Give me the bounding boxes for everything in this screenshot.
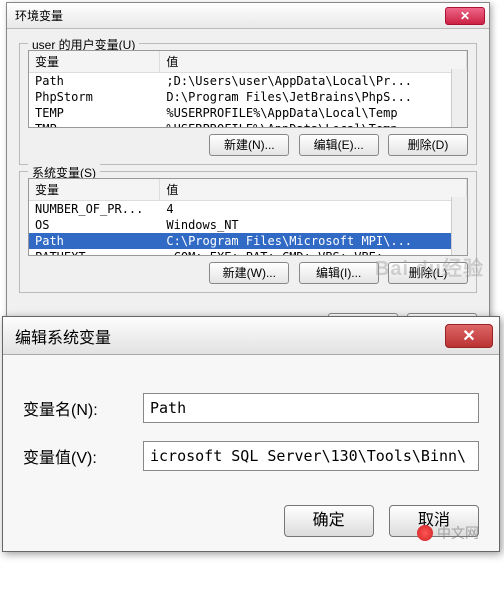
edit-button[interactable]: 编辑(E)...	[299, 134, 379, 156]
user-vars-group: user 的用户变量(U) 变量 值 Path;D:\Users\user\Ap…	[19, 43, 477, 165]
name-row: 变量名(N):	[23, 393, 479, 423]
value-row: 变量值(V):	[23, 441, 479, 471]
titlebar: 环境变量 ✕	[7, 3, 489, 29]
col-var[interactable]: 变量	[29, 51, 160, 73]
col-var[interactable]: 变量	[29, 179, 160, 201]
list-item[interactable]: TMP%USERPROFILE%\AppData\Local\Temp	[29, 121, 467, 128]
user-vars-list[interactable]: 变量 值 Path;D:\Users\user\AppData\Local\Pr…	[28, 50, 468, 128]
list-item[interactable]: OSWindows_NT	[29, 217, 467, 233]
new-button[interactable]: 新建(W)...	[209, 262, 289, 284]
col-val[interactable]: 值	[160, 179, 467, 201]
list-item[interactable]: PhpStormD:\Program Files\JetBrains\PhpS.…	[29, 89, 467, 105]
close-button[interactable]: ✕	[445, 7, 485, 25]
edit-button[interactable]: 编辑(I)...	[299, 262, 379, 284]
scrollbar[interactable]	[451, 69, 467, 127]
watermark: 中文网	[417, 523, 479, 543]
name-label: 变量名(N):	[23, 396, 143, 420]
name-input[interactable]	[143, 393, 479, 423]
sys-vars-list[interactable]: 变量 值 NUMBER_OF_PR...4 OSWindows_NT PathC…	[28, 178, 468, 256]
delete-button[interactable]: 删除(D)	[388, 134, 468, 156]
watermark: Bai du经验	[375, 252, 484, 281]
list-item[interactable]: Path;D:\Users\user\AppData\Local\Pr...	[29, 73, 467, 89]
close-icon: ✕	[462, 326, 475, 346]
dialog-title: 编辑系统变量	[9, 324, 445, 348]
list-item[interactable]: PathC:\Program Files\Microsoft MPI\...	[29, 233, 467, 249]
close-icon: ✕	[460, 9, 470, 23]
list-header: 变量 值	[29, 179, 467, 201]
value-label: 变量值(V):	[23, 444, 143, 468]
ok-button[interactable]: 确定	[284, 505, 374, 537]
dialog-title: 环境变量	[11, 7, 445, 24]
edit-sysvar-dialog: 编辑系统变量 ✕ 变量名(N): 变量值(V): 确定 取消 中文网	[2, 316, 500, 552]
col-val[interactable]: 值	[160, 51, 467, 73]
php-logo-icon	[417, 525, 433, 541]
watermark-text: 中文网	[437, 523, 479, 543]
env-vars-dialog: 环境变量 ✕ user 的用户变量(U) 变量 值 Path;D:\Users\…	[6, 2, 490, 348]
list-header: 变量 值	[29, 51, 467, 73]
new-button[interactable]: 新建(N)...	[209, 134, 289, 156]
form: 变量名(N): 变量值(V):	[3, 355, 499, 499]
value-input[interactable]	[143, 441, 479, 471]
list-item[interactable]: TEMP%USERPROFILE%\AppData\Local\Temp	[29, 105, 467, 121]
close-button[interactable]: ✕	[445, 324, 493, 348]
scrollbar[interactable]	[451, 197, 467, 255]
titlebar: 编辑系统变量 ✕	[3, 317, 499, 355]
list-item[interactable]: NUMBER_OF_PR...4	[29, 201, 467, 217]
user-btn-row: 新建(N)... 编辑(E)... 删除(D)	[28, 134, 468, 156]
